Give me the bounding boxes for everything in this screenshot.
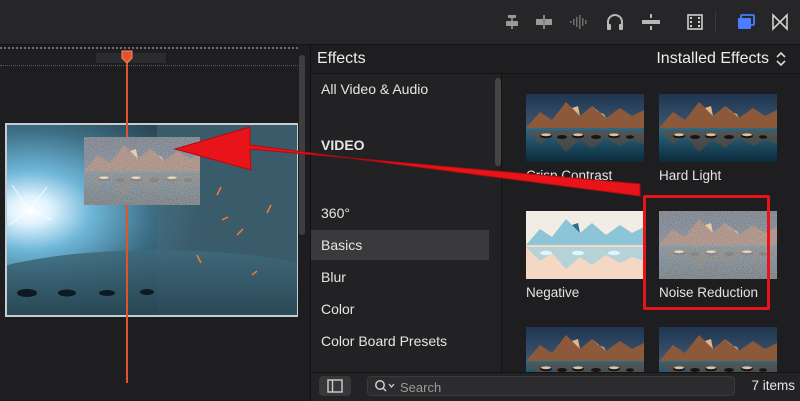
effect-tile-negative[interactable]: Negative — [526, 211, 644, 300]
timeline-ruler[interactable] — [0, 45, 298, 66]
effect-thumbnail — [526, 327, 644, 372]
sidebar-toggle-icon — [327, 379, 343, 393]
effect-thumbnail — [659, 327, 777, 372]
category-blur[interactable]: Blur — [311, 262, 489, 292]
effect-tile-crisp-contrast[interactable]: Crisp Contrast — [526, 94, 644, 183]
item-count: 7 items — [751, 378, 795, 393]
playhead-handle-icon[interactable] — [121, 50, 133, 64]
insert-clip-icon[interactable] — [534, 12, 554, 32]
playhead[interactable] — [126, 63, 128, 383]
category-color[interactable]: Color — [311, 294, 489, 324]
category-color-board-presets[interactable]: Color Board Presets — [311, 326, 489, 356]
category-360[interactable]: 360° — [311, 198, 489, 228]
top-toolbar — [0, 0, 800, 45]
effect-tile-hard-light[interactable]: Hard Light — [659, 94, 777, 183]
search-field[interactable] — [367, 376, 735, 396]
effects-browser: Effects Installed Effects All Video & Au… — [310, 45, 800, 401]
category-list: All Video & Audio VIDEO 360° Basics Blur… — [311, 74, 502, 372]
installed-effects-label: Installed Effects — [656, 50, 769, 67]
ruler-ticks — [0, 47, 298, 51]
sidebar-toggle-button[interactable] — [319, 376, 351, 396]
timeline-panel — [0, 45, 310, 400]
timeline-scrollbar[interactable] — [298, 55, 306, 385]
filmstrip-icon[interactable] — [685, 12, 705, 32]
effects-header: Effects Installed Effects — [311, 45, 800, 74]
installed-effects-dropdown[interactable]: Installed Effects — [656, 50, 787, 68]
category-basics[interactable]: Basics — [311, 230, 489, 260]
annotation-highlight-box — [643, 195, 770, 310]
effect-label: Crisp Contrast — [526, 168, 613, 183]
noise-reduction-preview-image — [84, 137, 200, 205]
transitions-bowtie-icon[interactable] — [770, 12, 790, 32]
category-all-video-audio[interactable]: All Video & Audio — [311, 74, 489, 104]
timeline-scroll-thumb[interactable] — [299, 55, 305, 235]
effect-tile-row3-right[interactable] — [659, 327, 777, 372]
category-scrollbar[interactable] — [495, 78, 501, 166]
effects-title: Effects — [317, 50, 366, 67]
snapping-icon[interactable] — [641, 12, 661, 32]
effect-tile-row3-left[interactable] — [526, 327, 644, 372]
negative-thumbnail — [526, 211, 644, 279]
search-icon — [375, 380, 395, 392]
hard-light-thumbnail — [659, 94, 777, 162]
connect-clip-icon[interactable] — [502, 12, 522, 32]
audio-waveform-icon[interactable] — [568, 12, 588, 32]
effect-label: Hard Light — [659, 168, 722, 183]
toolbar-divider — [715, 12, 716, 32]
search-input[interactable] — [398, 378, 722, 396]
category-header-video: VIDEO — [321, 137, 365, 153]
chevron-updown-icon — [776, 51, 786, 66]
crisp-contrast-thumbnail — [526, 94, 644, 162]
effect-label: Negative — [526, 285, 580, 300]
browser-panels-icon[interactable] — [736, 12, 756, 32]
headphones-icon[interactable] — [605, 12, 625, 32]
effects-bottom-bar: 7 items — [311, 372, 800, 401]
